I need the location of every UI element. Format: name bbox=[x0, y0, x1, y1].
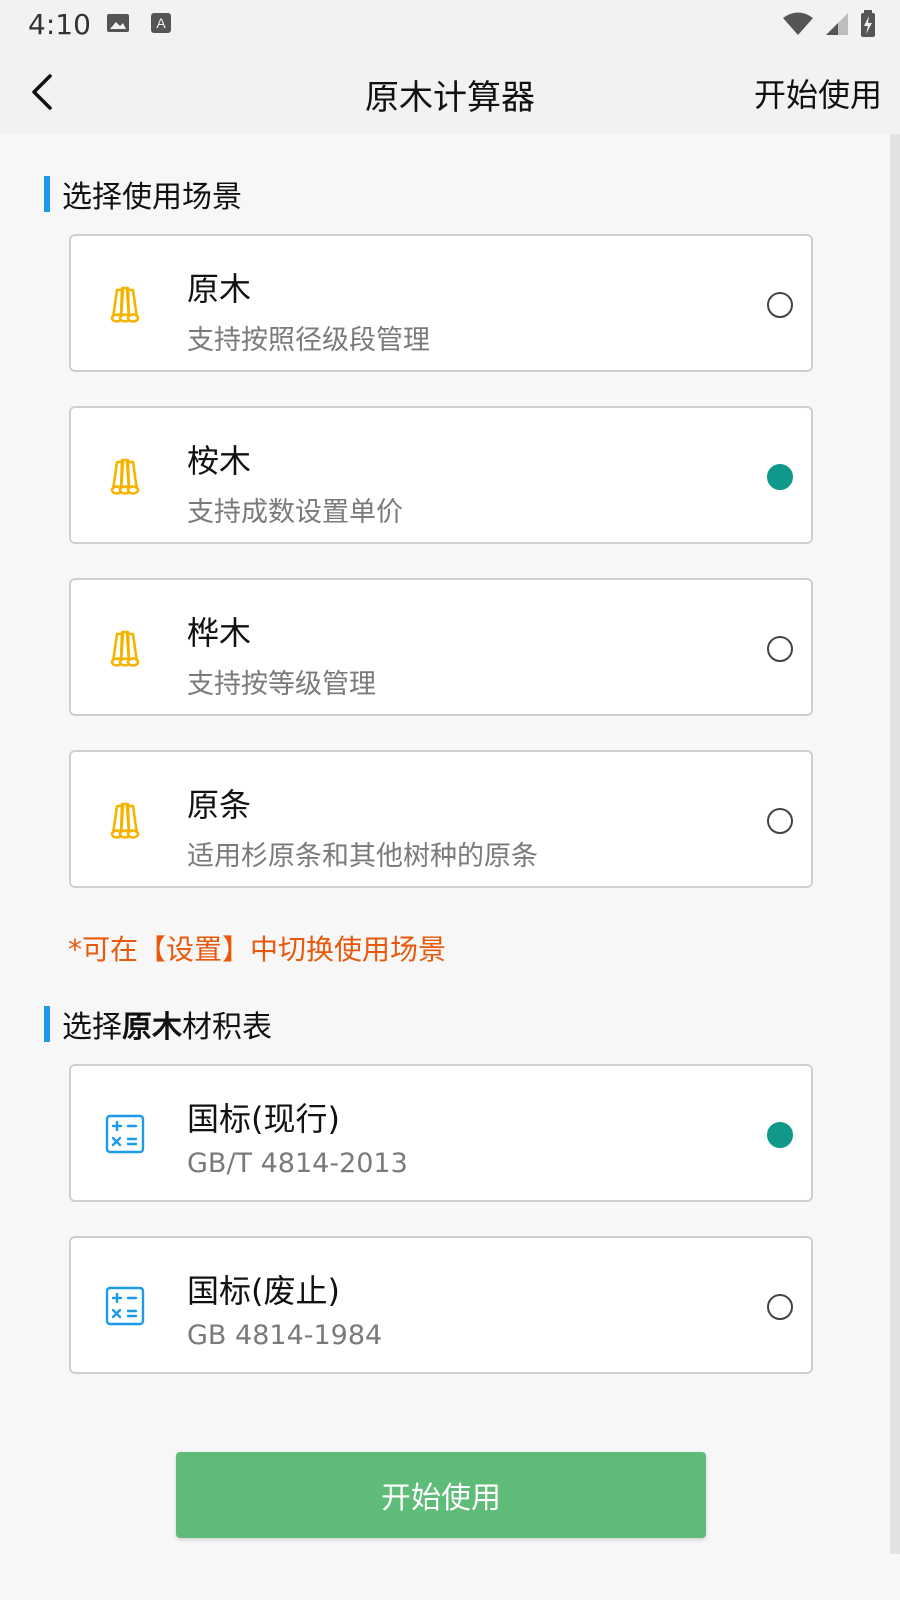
logs-icon bbox=[110, 802, 140, 839]
radio-button-selected[interactable] bbox=[767, 1122, 793, 1148]
section-accent-bar bbox=[44, 1006, 50, 1042]
status-right bbox=[782, 10, 876, 38]
logs-icon bbox=[110, 630, 140, 667]
scene-option-yuanmu[interactable]: 原木 支持按照径级段管理 bbox=[69, 234, 813, 372]
section-header-scene: 选择使用场景 bbox=[44, 176, 242, 215]
radio-button[interactable] bbox=[767, 292, 793, 318]
logs-icon bbox=[110, 286, 140, 323]
status-bar: 4:10 A bbox=[0, 0, 900, 50]
radio-button[interactable] bbox=[767, 636, 793, 662]
battery-icon bbox=[861, 10, 875, 37]
option-title: 国标(废止) bbox=[187, 1272, 340, 1310]
option-subtitle: 适用杉原条和其他树种的原条 bbox=[187, 841, 538, 872]
option-subtitle: 支持成数设置单价 bbox=[187, 497, 403, 528]
option-subtitle: 支持按等级管理 bbox=[187, 669, 376, 700]
start-using-action[interactable]: 开始使用 bbox=[754, 70, 882, 116]
signal-icon bbox=[826, 13, 848, 35]
option-title: 国标(现行) bbox=[187, 1100, 340, 1138]
radio-button-selected[interactable] bbox=[767, 464, 793, 490]
volume-table-option-abolished[interactable]: 国标(废止) GB 4814-1984 bbox=[69, 1236, 813, 1374]
text-notification-icon: A bbox=[151, 13, 171, 33]
option-title: 原条 bbox=[187, 786, 252, 824]
option-title: 桉木 bbox=[187, 442, 252, 480]
scene-option-anmu[interactable]: 桉木 支持成数设置单价 bbox=[69, 406, 813, 544]
status-time: 4:10 bbox=[28, 8, 91, 41]
calculator-icon bbox=[105, 1114, 145, 1154]
radio-button[interactable] bbox=[767, 808, 793, 834]
wifi-icon bbox=[783, 12, 813, 35]
calculator-icon bbox=[105, 1286, 145, 1326]
option-subtitle: GB 4814-1984 bbox=[187, 1320, 383, 1351]
volume-table-option-current[interactable]: 国标(现行) GB/T 4814-2013 bbox=[69, 1064, 813, 1202]
section-title: 选择原木材积表 bbox=[62, 1010, 272, 1045]
logs-icon bbox=[110, 458, 140, 495]
section-accent-bar bbox=[44, 176, 50, 212]
radio-button[interactable] bbox=[767, 1294, 793, 1320]
image-notification-icon bbox=[107, 14, 129, 32]
scene-option-yuantiao[interactable]: 原条 适用杉原条和其他树种的原条 bbox=[69, 750, 813, 888]
section-header-volume-table: 选择原木材积表 bbox=[44, 1006, 272, 1045]
option-title: 桦木 bbox=[187, 614, 252, 652]
option-subtitle: 支持按照径级段管理 bbox=[187, 325, 430, 356]
scene-option-huamu[interactable]: 桦木 支持按等级管理 bbox=[69, 578, 813, 716]
settings-hint: *可在【设置】中切换使用场景 bbox=[68, 933, 447, 966]
option-subtitle: GB/T 4814-2013 bbox=[187, 1148, 408, 1179]
option-title: 原木 bbox=[187, 270, 252, 308]
start-using-button[interactable]: 开始使用 bbox=[176, 1452, 706, 1538]
scrollbar[interactable] bbox=[890, 134, 900, 1554]
section-title: 选择使用场景 bbox=[62, 180, 242, 215]
svg-text:A: A bbox=[156, 15, 166, 31]
app-bar: 原木计算器 开始使用 bbox=[0, 50, 900, 134]
